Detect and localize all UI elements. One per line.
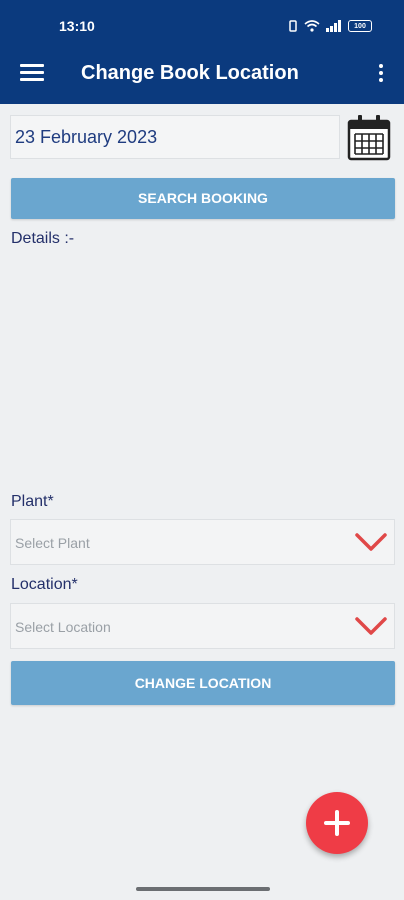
hamburger-menu-icon[interactable] — [20, 64, 44, 82]
signal-icon — [326, 20, 341, 32]
status-icons: 100 — [288, 19, 372, 33]
gesture-bar[interactable] — [136, 887, 270, 891]
location-label: Location* — [11, 576, 78, 593]
vibrate-icon — [289, 20, 297, 32]
wifi-icon — [304, 20, 320, 32]
search-booking-button[interactable]: SEARCH BOOKING — [11, 178, 395, 219]
plant-select[interactable]: Select Plant — [10, 519, 395, 565]
location-select-placeholder: Select Location — [15, 619, 111, 635]
status-time: 13:10 — [59, 18, 95, 34]
add-fab-button[interactable] — [306, 792, 368, 854]
date-field[interactable]: 23 February 2023 — [10, 115, 340, 159]
main-content: 23 February 2023 SEARCH BOOKING Details … — [0, 104, 404, 882]
plant-label: Plant* — [11, 493, 54, 510]
chevron-down-icon — [355, 617, 387, 635]
battery-icon: 100 — [348, 20, 372, 32]
app-header: 13:10 100 Change Book Location — [0, 0, 404, 104]
more-vert-icon[interactable] — [378, 64, 384, 84]
location-select[interactable]: Select Location — [10, 603, 395, 649]
plant-select-placeholder: Select Plant — [15, 535, 90, 551]
change-location-button[interactable]: CHANGE LOCATION — [11, 661, 395, 705]
details-label: Details :- — [11, 230, 75, 247]
chevron-down-icon — [355, 533, 387, 551]
calendar-icon[interactable] — [346, 112, 392, 162]
page-title: Change Book Location — [81, 62, 299, 84]
